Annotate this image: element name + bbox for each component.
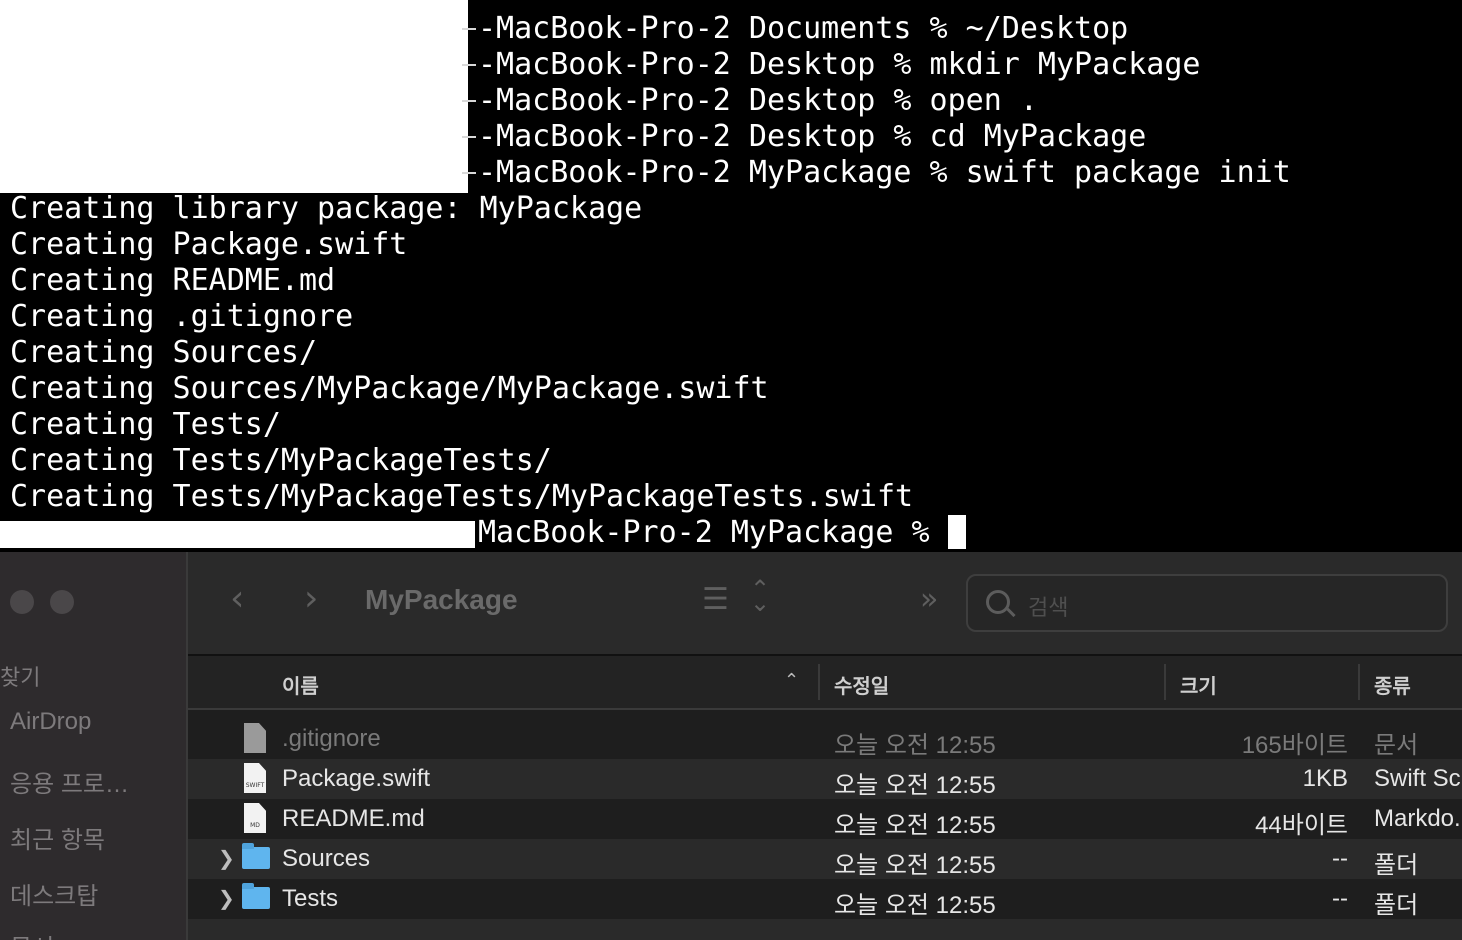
column-header-modified[interactable]: 수정일 [834, 670, 889, 699]
sidebar-item-recents[interactable]: 최근 항목 [10, 820, 105, 855]
file-modified: 오늘 오전 12:55 [834, 772, 996, 799]
sidebar-section-heading: 찾기 [0, 665, 41, 690]
disclosure-triangle-icon[interactable]: ❯ [218, 886, 235, 910]
document-icon [244, 723, 266, 753]
file-kind: Swift Sc [1374, 765, 1461, 792]
file-row[interactable]: MD README.md 오늘 오전 12:55 44바이트 Markdo. [188, 799, 1462, 839]
finder-toolbar: ‹ › MyPackage ☰ ⌃ ⌄ » 검색 [188, 552, 1462, 656]
file-name: Sources [282, 845, 371, 872]
view-options-chevron-icon[interactable]: ⌃ ⌄ [750, 577, 770, 615]
file-size: -- [1332, 845, 1348, 872]
terminal-prompt-line: -MacBook-Pro-2 Desktop % mkdir MyPackage [478, 47, 1201, 82]
disclosure-triangle-icon[interactable]: ❯ [218, 846, 235, 870]
file-modified: 오늘 오전 12:55 [834, 852, 996, 879]
terminal-output-line: Creating README.md [10, 263, 336, 298]
file-name: Package.swift [282, 765, 431, 792]
terminal-output-line: Creating library package: MyPackage [10, 191, 643, 226]
column-divider[interactable] [1358, 664, 1360, 700]
terminal-output-line: Creating Tests/MyPackageTests/ [10, 443, 552, 478]
terminal-output-line: Creating Sources/ [10, 335, 318, 370]
file-kind: Markdo. [1374, 805, 1461, 832]
redaction-block [0, 521, 475, 548]
window-title: MyPackage [365, 584, 518, 615]
file-name: Tests [282, 885, 339, 912]
file-icon-tag: SWIFT [245, 782, 265, 789]
terminal-output-line: Creating Tests/ [10, 407, 281, 442]
folder-row[interactable]: ❯ Sources 오늘 오전 12:55 -- 폴더 [188, 839, 1462, 879]
file-kind: 폴더 [1374, 852, 1419, 879]
chevron-right-icon[interactable]: › [304, 578, 318, 619]
swift-file-icon: SWIFT [244, 763, 266, 793]
terminal-prompt-line: -MacBook-Pro-2 MyPackage % swift package… [478, 155, 1291, 190]
redaction-edge [462, 100, 476, 102]
redaction-edge [462, 136, 476, 138]
terminal-prompt-line: -MacBook-Pro-2 Desktop % cd MyPackage [478, 119, 1147, 154]
folder-icon [242, 843, 270, 869]
sidebar-item-applications[interactable]: 응용 프로… [10, 764, 129, 799]
file-modified: 오늘 오전 12:55 [834, 892, 996, 919]
redaction-edge [462, 172, 476, 174]
file-name: .gitignore [282, 725, 381, 752]
window-close-button[interactable] [10, 590, 34, 614]
terminal-output-line: Creating Package.swift [10, 227, 408, 262]
column-header-row: 이름 ⌃ 수정일 크기 종류 [188, 656, 1462, 710]
terminal-current-prompt[interactable]: MacBook-Pro-2 MyPackage % [478, 514, 966, 551]
column-divider[interactable] [1164, 664, 1166, 700]
file-row[interactable]: .gitignore 오늘 오전 12:55 165바이트 문서 [188, 719, 1462, 759]
file-size: 44바이트 [1255, 812, 1348, 839]
redaction-edge [462, 64, 476, 66]
terminal-output-line: Creating Tests/MyPackageTests/MyPackageT… [10, 479, 914, 514]
double-chevron-icon[interactable]: » [920, 582, 938, 617]
search-icon [986, 590, 1010, 614]
file-modified: 오늘 오전 12:55 [834, 732, 996, 759]
redaction-block [0, 0, 468, 193]
sort-ascending-icon[interactable]: ⌃ [784, 670, 799, 691]
terminal-window[interactable]: -MacBook-Pro-2 Documents % ~/Desktop -Ma… [0, 0, 1462, 551]
list-view-icon[interactable]: ☰ [702, 582, 729, 617]
markdown-file-icon: MD [244, 803, 266, 833]
redaction-edge [462, 28, 476, 30]
terminal-prompt-line: -MacBook-Pro-2 Desktop % open . [478, 83, 1038, 118]
file-size: 1KB [1302, 765, 1348, 792]
file-size: -- [1332, 885, 1348, 912]
file-size: 165바이트 [1241, 732, 1348, 759]
finder-sidebar: 찾기 AirDrop 응용 프로… 최근 항목 데스크탑 문서 [0, 552, 188, 940]
column-header-size[interactable]: 크기 [1180, 670, 1217, 699]
folder-icon [242, 883, 270, 909]
terminal-output-line: Creating Sources/MyPackage/MyPackage.swi… [10, 371, 769, 406]
terminal-current-prompt-text: MacBook-Pro-2 MyPackage % [478, 515, 930, 550]
folder-row[interactable]: ❯ Tests 오늘 오전 12:55 -- 폴더 [188, 879, 1462, 919]
column-header-name[interactable]: 이름 [282, 670, 319, 699]
sidebar-item-desktop[interactable]: 데스크탑 [10, 876, 98, 911]
finder-window[interactable]: 찾기 AirDrop 응용 프로… 최근 항목 데스크탑 문서 ‹ › MyPa… [0, 552, 1462, 940]
window-minimize-button[interactable] [50, 590, 74, 614]
terminal-output-line: Creating .gitignore [10, 299, 354, 334]
file-row[interactable]: SWIFT Package.swift 오늘 오전 12:55 1KB Swif… [188, 759, 1462, 799]
empty-row [188, 919, 1462, 940]
file-name: README.md [282, 805, 425, 832]
search-field[interactable]: 검색 [966, 574, 1448, 632]
terminal-cursor [947, 514, 966, 549]
column-divider[interactable] [818, 664, 820, 700]
chevron-left-icon[interactable]: ‹ [230, 578, 244, 619]
sidebar-item-documents[interactable]: 문서 [10, 928, 54, 940]
terminal-prompt-line: -MacBook-Pro-2 Documents % ~/Desktop [478, 11, 1129, 46]
file-kind: 문서 [1374, 732, 1419, 759]
search-placeholder: 검색 [1028, 595, 1069, 620]
file-kind: 폴더 [1374, 892, 1419, 919]
sidebar-item-airdrop[interactable]: AirDrop [10, 708, 91, 736]
file-icon-tag: MD [250, 822, 260, 829]
column-header-kind[interactable]: 종류 [1374, 670, 1411, 699]
file-modified: 오늘 오전 12:55 [834, 812, 996, 839]
